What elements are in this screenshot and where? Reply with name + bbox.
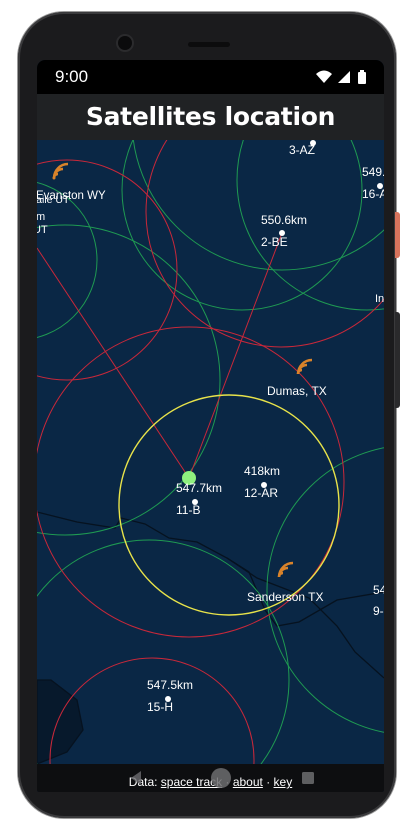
edge-label: UT [37, 224, 48, 236]
satellite-altitude: 54 [373, 583, 384, 597]
edge-label: In [375, 293, 384, 305]
map-canvas[interactable]: Evanston WY alaile UT Dumas, TX Sanderso… [37, 60, 384, 792]
satellite-id: 9- [373, 604, 384, 618]
satellite-altitude: 547.7km [176, 481, 222, 495]
about-link[interactable]: about [233, 775, 263, 789]
satellite-altitude: 549. [362, 165, 384, 179]
satellite-id: 2-BE [261, 235, 288, 249]
satellite-3-AZ[interactable]: 3-AZ [289, 140, 316, 157]
battery-icon [358, 70, 366, 84]
volume-button[interactable] [395, 312, 400, 408]
home-nav-icon[interactable] [209, 766, 233, 790]
satellite-id: 12-AR [244, 486, 278, 500]
satellite-map[interactable]: Evanston WY alaile UT Dumas, TX Sanderso… [37, 60, 384, 792]
satellite-altitude: 550.6km [261, 213, 307, 227]
status-icons [316, 70, 366, 84]
status-time: 9:00 [55, 67, 89, 86]
app-title-bar: Satellites location [37, 94, 384, 140]
screen: 9:00 Satellites location Evanston WY ail… [37, 60, 384, 792]
cell-signal-icon [338, 71, 350, 83]
ground-station-label: Sanderson TX [247, 590, 324, 604]
edge-label: m [37, 211, 45, 223]
status-bar: 9:00 [37, 60, 384, 94]
ground-station-label: Dumas, TX [267, 384, 327, 398]
footer-separator: · [262, 775, 274, 789]
satellite-altitude: 418km [244, 464, 280, 478]
earpiece-speaker [188, 42, 230, 47]
app-title: Satellites location [85, 102, 336, 131]
recents-nav-icon[interactable] [301, 771, 315, 785]
wifi-icon [316, 70, 332, 83]
power-button[interactable] [395, 212, 400, 258]
satellite-id: 15-H [147, 700, 173, 714]
satellite-id: 16-A [362, 187, 384, 201]
satellite-id: 3-AZ [289, 143, 315, 157]
satellite-id: 11-B [176, 503, 200, 517]
front-camera [118, 36, 132, 50]
key-link[interactable]: key [274, 775, 293, 789]
back-nav-icon[interactable] [129, 770, 143, 786]
satellite-altitude: 547.5km [147, 678, 193, 692]
ground-station-sublabel: alaile UT [37, 194, 70, 206]
